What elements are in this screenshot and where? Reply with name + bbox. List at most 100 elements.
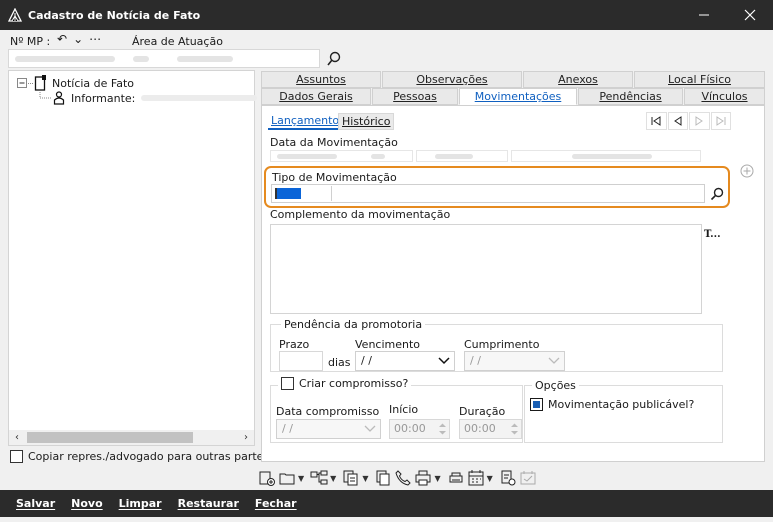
copy-representative-label: Copiar repres./advogado para outras part… [28, 450, 270, 463]
area-atuacao-label: Área de Atuação [132, 35, 223, 48]
vencimento-date-picker[interactable]: / / [355, 351, 455, 371]
spinner-arrows-icon[interactable] [438, 422, 447, 436]
documents-button[interactable]: ▼ [342, 469, 372, 487]
data-compromisso-value: / / [282, 422, 293, 435]
tree-node-noticia[interactable]: Notícia de Fato [17, 75, 134, 91]
restaurar-button[interactable]: Restaurar [178, 497, 239, 510]
responsavel-movimentacao-field[interactable] [511, 150, 701, 162]
novo-button[interactable]: Novo [71, 497, 103, 510]
close-icon [744, 9, 756, 21]
document-icon [34, 75, 46, 91]
copy-icon[interactable] [374, 469, 392, 487]
criar-compromisso-label: Criar compromisso? [299, 377, 409, 390]
next-record-button[interactable] [689, 112, 710, 130]
collapse-icon[interactable] [17, 77, 28, 89]
complemento-label: Complemento da movimentação [270, 208, 451, 221]
add-document-icon[interactable] [258, 469, 276, 487]
mp-label: Nº MP : [10, 35, 51, 48]
tab-dados-gerais[interactable]: Dados Gerais [261, 88, 371, 105]
mp-row: Nº MP : ↶ ⌄ ⋯ Área de Atuação [0, 30, 773, 70]
bottom-toolbar: ▼ ▼ ▼ ▼ ▼ [258, 467, 537, 489]
record-navigation [646, 112, 732, 130]
previous-icon [673, 116, 682, 126]
first-icon [651, 116, 661, 126]
folder-icon [279, 473, 295, 485]
undo-icon[interactable]: ↶ [57, 32, 67, 46]
chevron-down-icon[interactable] [548, 356, 560, 366]
vencimento-label: Vencimento [355, 338, 421, 351]
checkbox-box[interactable] [281, 377, 294, 390]
tabs-row-bottom: Dados Gerais Pessoas Movimentações Pendê… [261, 88, 765, 105]
complemento-textarea[interactable] [270, 224, 702, 314]
tree-horizontal-scrollbar[interactable]: ‹ › [8, 430, 255, 446]
font-tool-button[interactable]: T... [704, 229, 721, 240]
minimize-button[interactable] [681, 0, 727, 30]
tipo-movimentacao-input[interactable] [271, 184, 705, 203]
tab-local-fisico[interactable]: Local Físico [634, 71, 765, 88]
document-edit-icon[interactable] [499, 469, 517, 487]
person-icon [53, 91, 65, 105]
duracao-label: Duração [459, 405, 506, 418]
limpar-button[interactable]: Limpar [119, 497, 162, 510]
hierarchy-button[interactable]: ▼ [310, 469, 340, 487]
publicavel-checkbox[interactable]: Movimentação publicável? [530, 398, 694, 411]
print-button[interactable]: ▼ [414, 469, 444, 487]
data-movimentacao-label: Data da Movimentação [270, 136, 398, 149]
tab-movimentacoes[interactable]: Movimentações [459, 88, 577, 105]
signature-icon[interactable] [519, 469, 537, 487]
minimize-icon [699, 14, 709, 16]
dias-label: dias [328, 356, 351, 369]
cumprimento-date-picker[interactable]: / / [464, 351, 565, 371]
copy-representative-checkbox[interactable]: Copiar repres./advogado para outras part… [10, 450, 269, 463]
mp-input[interactable] [8, 49, 320, 68]
hora-movimentacao-field[interactable] [416, 150, 508, 162]
search-icon[interactable] [325, 50, 343, 68]
tipo-movimentacao-label: Tipo de Movimentação [272, 171, 397, 184]
tab-vinculos[interactable]: Vínculos [684, 88, 765, 105]
chevron-down-icon[interactable] [364, 424, 376, 434]
search-icon[interactable] [709, 186, 725, 202]
close-button[interactable] [727, 0, 773, 30]
inicio-value: 00:00 [394, 422, 426, 435]
add-circle-icon[interactable] [740, 164, 754, 178]
opcoes-group [524, 385, 723, 443]
criar-compromisso-checkbox[interactable]: Criar compromisso? [278, 377, 412, 390]
first-record-button[interactable] [646, 112, 667, 130]
data-compromisso-picker[interactable]: / / [276, 419, 381, 439]
duracao-time-spinner[interactable]: 00:00 [459, 419, 522, 439]
checkbox-box[interactable] [10, 450, 23, 463]
data-movimentacao-field[interactable] [270, 150, 413, 162]
calendar-button[interactable]: ▼ [467, 469, 497, 487]
print-small-icon[interactable] [447, 469, 465, 487]
tab-pendencias[interactable]: Pendências [578, 88, 683, 105]
chevron-down-icon[interactable]: ⌄ [73, 32, 83, 46]
subtab-historico[interactable]: Histórico [338, 113, 395, 130]
checkbox-checked-box[interactable] [530, 398, 543, 411]
tab-observacoes[interactable]: Observações [382, 71, 522, 88]
prazo-input[interactable] [279, 351, 323, 371]
subtab-lancamento[interactable]: Lançamento [268, 113, 343, 130]
printer-icon [415, 470, 431, 486]
spinner-arrows-icon[interactable] [510, 422, 519, 436]
documents-icon [343, 470, 358, 486]
tab-pessoas[interactable]: Pessoas [372, 88, 458, 105]
tree-node-informante[interactable]: Informante: [39, 91, 258, 105]
duracao-value: 00:00 [464, 422, 496, 435]
phone-icon[interactable] [394, 469, 412, 487]
scroll-thumb[interactable] [27, 432, 193, 443]
prazo-label: Prazo [279, 338, 310, 351]
previous-record-button[interactable] [667, 112, 688, 130]
salvar-button[interactable]: Salvar [16, 497, 55, 510]
inicio-time-spinner[interactable]: 00:00 [389, 419, 450, 439]
scroll-right-icon[interactable]: › [238, 430, 254, 445]
chevron-down-icon[interactable] [438, 356, 450, 366]
hierarchy-icon [310, 470, 328, 485]
tab-anexos[interactable]: Anexos [523, 71, 633, 88]
fechar-button[interactable]: Fechar [255, 497, 297, 510]
last-record-button[interactable] [710, 112, 731, 130]
scroll-left-icon[interactable]: ‹ [9, 430, 25, 445]
title-bar: Cadastro de Notícia de Fato [0, 0, 773, 30]
folder-button[interactable]: ▼ [278, 469, 308, 487]
more-icon[interactable]: ⋯ [89, 32, 101, 46]
tab-assuntos[interactable]: Assuntos [261, 71, 381, 88]
